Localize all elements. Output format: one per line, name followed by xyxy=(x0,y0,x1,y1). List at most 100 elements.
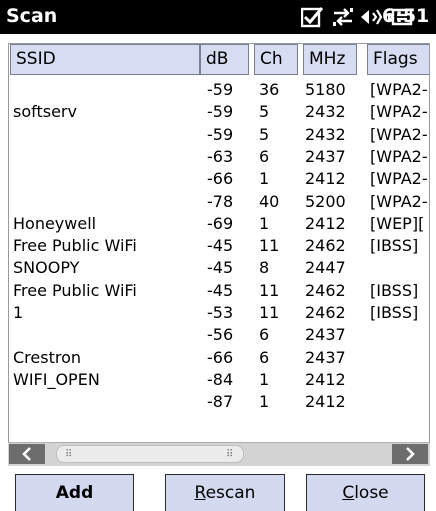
cell-ssid xyxy=(13,324,193,346)
cell-flags: [WEP][ xyxy=(370,213,425,233)
cell-flags: [WPA2- xyxy=(370,169,428,189)
cell-ch: 40 xyxy=(259,191,280,211)
table-row[interactable]: -78 40 5200 [WPA2- xyxy=(9,191,429,213)
cell-ssid xyxy=(13,79,193,101)
cell-ch: 11 xyxy=(259,303,280,322)
cell-mhz: 2462 xyxy=(305,236,346,256)
title-bar: Scan 6:51 xyxy=(0,0,436,34)
grip-icon: ⠿ xyxy=(226,449,234,460)
table-row[interactable]: -59 36 5180 [WPA2- xyxy=(9,79,429,101)
table-row[interactable]: -63 6 2437 [WPA2- xyxy=(9,146,429,168)
cell-db: -66 xyxy=(207,169,234,189)
cell-db: -59 xyxy=(207,102,234,122)
close-button[interactable]: Close xyxy=(306,474,425,511)
cell-ch: 11 xyxy=(259,280,280,300)
grip-icon: ⠿ xyxy=(65,449,73,460)
cell-ch: 6 xyxy=(259,146,270,166)
grid-header: SSID dB Ch MHz Flags xyxy=(9,44,429,75)
cell-ssid: WIFI_OPEN xyxy=(13,369,100,389)
cell-mhz: 2412 xyxy=(305,169,346,189)
table-row[interactable]: 1 -53 11 2462 [IBSS] xyxy=(9,302,429,324)
cell-mhz: 2447 xyxy=(305,258,346,278)
cell-ch: 5 xyxy=(259,124,270,144)
checkbox-icon[interactable] xyxy=(300,3,324,31)
cell-db: -59 xyxy=(207,124,234,144)
add-button-label: Add xyxy=(55,483,94,503)
chevron-left-icon[interactable] xyxy=(9,444,45,464)
column-header-ch[interactable]: Ch xyxy=(254,44,298,75)
cell-ch: 8 xyxy=(259,258,270,278)
cell-db: -59 xyxy=(207,80,234,99)
cell-mhz: 2432 xyxy=(305,102,346,122)
cell-mhz: 5180 xyxy=(305,80,346,99)
table-row[interactable]: Crestron -66 6 2437 xyxy=(9,347,429,369)
cell-flags xyxy=(370,391,428,413)
cell-ssid: Honeywell xyxy=(13,213,97,233)
cell-db: -45 xyxy=(207,280,234,300)
cell-ch: 6 xyxy=(259,347,270,367)
rescan-button[interactable]: Rescan xyxy=(165,474,285,511)
table-row[interactable]: WIFI_OPEN -84 1 2412 xyxy=(9,369,429,391)
cell-flags: [IBSS] xyxy=(370,280,419,300)
cell-ch: 1 xyxy=(259,169,270,189)
cell-ch: 5 xyxy=(259,102,270,122)
column-header-mhz[interactable]: MHz xyxy=(303,44,357,75)
cell-ssid xyxy=(13,124,193,146)
cell-ssid: Free Public WiFi xyxy=(13,280,137,300)
cell-ssid xyxy=(13,168,193,190)
cell-flags: [WPA2- xyxy=(370,191,428,211)
cell-ssid xyxy=(13,146,193,168)
sync-arrows-icon[interactable] xyxy=(331,3,355,31)
cell-mhz: 2412 xyxy=(305,213,346,233)
cell-db: -45 xyxy=(207,258,234,278)
cell-flags: [WPA2- xyxy=(370,124,428,144)
cell-ch: 1 xyxy=(259,213,270,233)
table-row[interactable]: -87 1 2412 xyxy=(9,391,429,413)
table-row[interactable]: Free Public WiFi -45 11 2462 [IBSS] xyxy=(9,280,429,302)
cell-db: -63 xyxy=(207,146,234,166)
table-row[interactable]: softserv -59 5 2432 [WPA2- xyxy=(9,101,429,123)
cell-db: -45 xyxy=(207,236,234,256)
cell-mhz: 2462 xyxy=(305,303,346,322)
column-header-flags[interactable]: Flags xyxy=(367,44,429,75)
cell-ch: 6 xyxy=(259,325,270,345)
scan-results-grid[interactable]: SSID dB Ch MHz Flags -59 36 5180 [WPA2- soft… xyxy=(8,43,430,445)
scrollbar-thumb[interactable]: ⠿ ⠿ xyxy=(56,445,244,463)
cell-flags xyxy=(370,257,428,279)
close-button-label: Close xyxy=(342,483,389,503)
clock-time: 6:51 xyxy=(382,5,430,27)
cell-ssid: Free Public WiFi xyxy=(13,236,137,256)
cell-ssid xyxy=(13,191,193,213)
horizontal-scrollbar[interactable]: ⠿ ⠿ xyxy=(8,442,430,466)
cell-flags: [WPA2- xyxy=(370,146,428,166)
cell-flags: [IBSS] xyxy=(370,303,419,322)
cell-ssid: 1 xyxy=(13,303,24,322)
cell-ch: 11 xyxy=(259,236,280,256)
cell-mhz: 2412 xyxy=(305,369,346,389)
table-row[interactable]: -59 5 2432 [WPA2- xyxy=(9,124,429,146)
cell-mhz: 2437 xyxy=(305,146,346,166)
cell-mhz: 2437 xyxy=(305,347,346,367)
cell-ssid: Crestron xyxy=(13,347,82,367)
cell-flags xyxy=(370,324,428,346)
cell-db: -56 xyxy=(207,325,234,345)
column-header-ssid[interactable]: SSID xyxy=(10,44,200,75)
cell-ssid xyxy=(13,391,193,413)
cell-flags: [WPA2- xyxy=(370,102,428,122)
cell-ssid: softserv xyxy=(13,102,77,122)
cell-db: -87 xyxy=(207,392,234,412)
cell-db: -78 xyxy=(207,191,234,211)
table-row[interactable]: Honeywell -69 1 2412 [WEP][ xyxy=(9,213,429,235)
cell-mhz: 5200 xyxy=(305,191,346,211)
add-button[interactable]: Add xyxy=(15,474,134,511)
cell-db: -69 xyxy=(207,213,234,233)
chevron-right-icon[interactable] xyxy=(392,444,428,464)
column-header-db[interactable]: dB xyxy=(200,44,249,75)
cell-ssid: SNOOPY xyxy=(13,258,80,278)
cell-mhz: 2462 xyxy=(305,280,346,300)
table-row[interactable]: Free Public WiFi -45 11 2462 [IBSS] xyxy=(9,235,429,257)
table-row[interactable]: -66 1 2412 [WPA2- xyxy=(9,168,429,190)
cell-db: -84 xyxy=(207,369,234,389)
table-row[interactable]: SNOOPY -45 8 2447 xyxy=(9,257,429,279)
table-row[interactable]: -56 6 2437 xyxy=(9,324,429,346)
